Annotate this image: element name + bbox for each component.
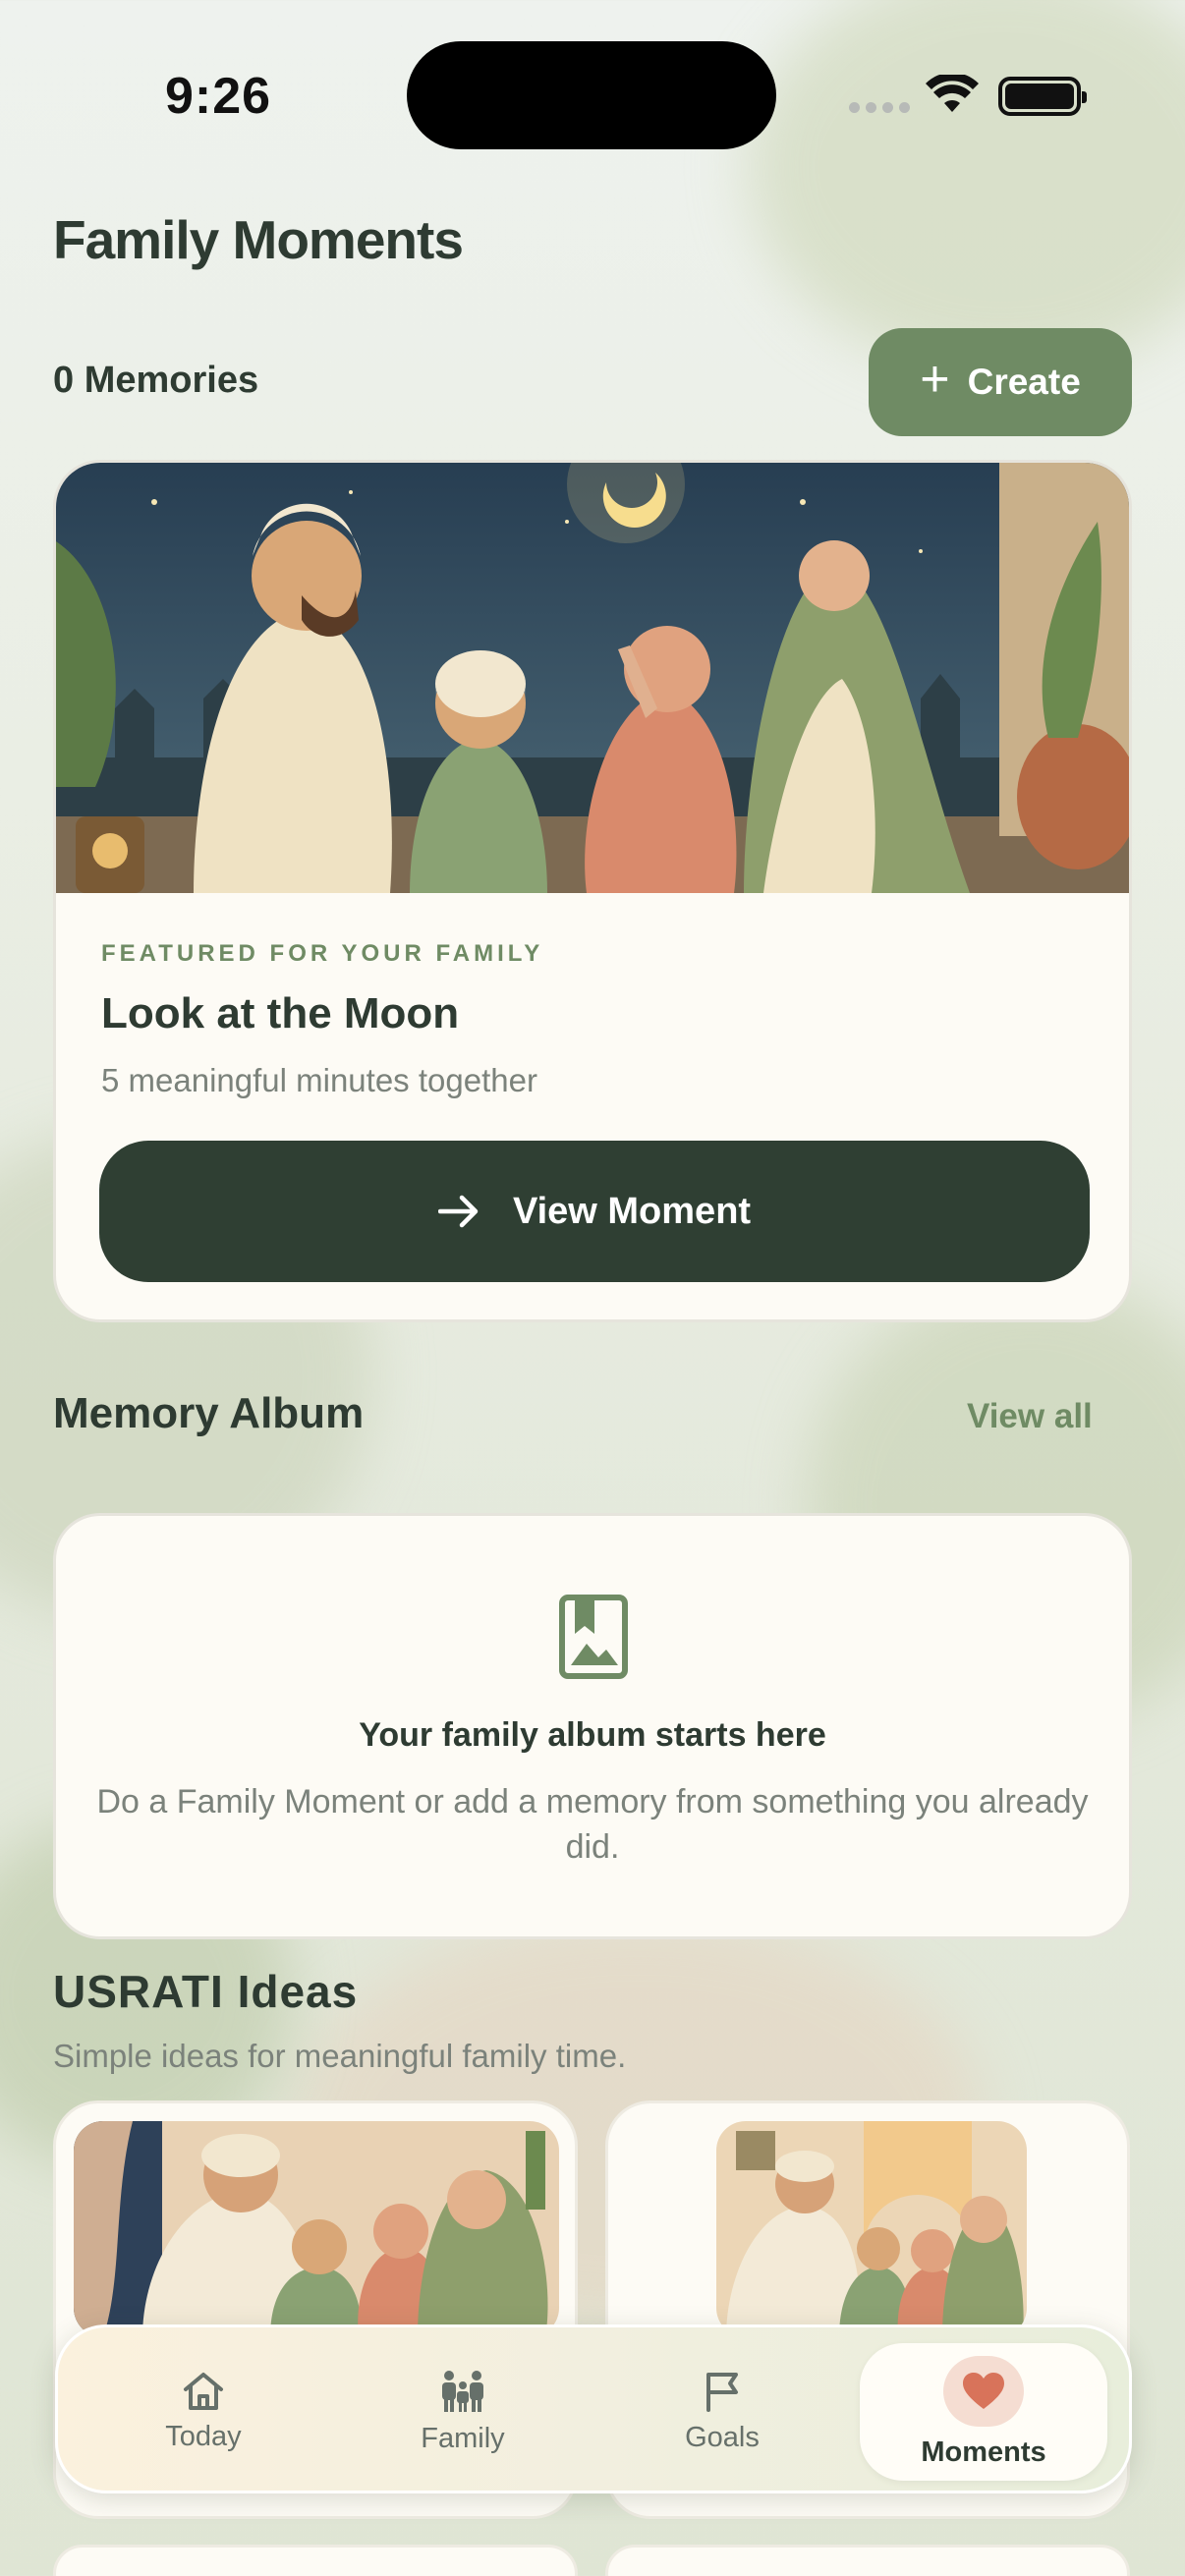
battery-icon: [998, 77, 1087, 116]
featured-subtitle: 5 meaningful minutes together: [101, 1062, 537, 1098]
tab-family-label: Family: [421, 2422, 505, 2454]
create-button-label: Create: [967, 362, 1081, 402]
featured-title: Look at the Moon: [101, 989, 460, 1037]
cellular-signal-icon: [849, 102, 910, 113]
home-icon: [184, 2372, 223, 2410]
album-empty-state: Your family album starts here Do a Famil…: [53, 1513, 1132, 1939]
album-empty-body: Do a Family Moment or add a memory from …: [96, 1783, 1089, 1866]
status-bar: 9:26: [0, 0, 1185, 187]
memory-album-title: Memory Album: [53, 1389, 365, 1437]
bottom-tab-bar: Today Family Goals Moments: [55, 2324, 1132, 2493]
view-moment-button[interactable]: View Moment: [99, 1141, 1090, 1282]
page-title: Family Moments: [53, 209, 464, 270]
arrow-right-icon: [437, 1195, 479, 1228]
tab-moments-label: Moments: [921, 2436, 1046, 2468]
create-button[interactable]: + Create: [869, 328, 1132, 436]
wifi-icon: [926, 75, 979, 112]
idea-illustration: [74, 2121, 559, 2337]
idea-card[interactable]: [605, 2545, 1130, 2576]
featured-moment-card[interactable]: FEATURED FOR YOUR FAMILY Look at the Moo…: [53, 460, 1132, 1322]
status-time: 9:26: [165, 68, 272, 125]
idea-illustration: [716, 2121, 1027, 2337]
tab-goals[interactable]: Goals: [604, 2327, 840, 2496]
memories-count: 0 Memories: [53, 360, 259, 401]
view-moment-label: View Moment: [512, 1190, 752, 1232]
tab-family[interactable]: Family: [345, 2327, 581, 2496]
idea-card[interactable]: [53, 2545, 578, 2576]
ideas-subtitle: Simple ideas for meaningful family time.: [53, 2038, 627, 2074]
tab-today[interactable]: Today: [85, 2327, 321, 2496]
featured-eyebrow: FEATURED FOR YOUR FAMILY: [101, 940, 544, 967]
heart-icon: [963, 2372, 1004, 2409]
plus-icon: +: [920, 351, 950, 408]
ideas-title: USRATI Ideas: [53, 1966, 359, 2017]
flag-icon: [706, 2372, 738, 2412]
family-icon: [442, 2370, 483, 2412]
view-all-link[interactable]: View all: [967, 1397, 1093, 1436]
heart-icon-bubble: [943, 2355, 1024, 2427]
tab-moments[interactable]: Moments: [860, 2343, 1107, 2481]
featured-illustration: [56, 463, 1129, 893]
album-empty-heading: Your family album starts here: [359, 1716, 826, 1754]
photo-bookmark-icon: [559, 1595, 628, 1679]
dynamic-island: [407, 41, 776, 149]
tab-goals-label: Goals: [685, 2421, 760, 2453]
tab-today-label: Today: [165, 2420, 242, 2452]
